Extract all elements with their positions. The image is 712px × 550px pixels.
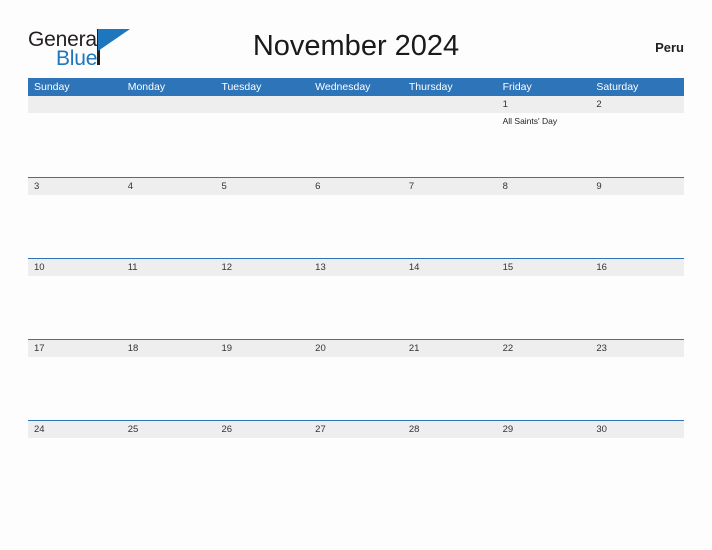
day-events[interactable] <box>122 276 216 340</box>
day-events[interactable] <box>28 438 122 502</box>
day-events[interactable] <box>28 113 122 177</box>
day-number[interactable] <box>122 96 216 113</box>
week-events-row: All Saints' Day <box>28 113 684 177</box>
day-events[interactable] <box>215 357 309 421</box>
holiday-label: All Saints' Day <box>502 116 558 126</box>
day-number[interactable]: 9 <box>590 178 684 195</box>
day-number[interactable]: 21 <box>403 340 497 357</box>
day-events[interactable] <box>28 357 122 421</box>
day-number[interactable]: 18 <box>122 340 216 357</box>
day-number[interactable]: 26 <box>215 421 309 438</box>
day-number[interactable]: 15 <box>497 259 591 276</box>
page-header: General Blue November 2024 Peru <box>28 22 684 72</box>
day-events[interactable]: All Saints' Day <box>497 113 591 177</box>
day-number[interactable] <box>215 96 309 113</box>
week-row: 24 25 26 27 28 29 30 <box>28 420 684 501</box>
day-number[interactable]: 14 <box>403 259 497 276</box>
day-events[interactable] <box>122 113 216 177</box>
day-number[interactable] <box>403 96 497 113</box>
day-events[interactable] <box>28 276 122 340</box>
day-events[interactable] <box>215 195 309 259</box>
day-events[interactable] <box>590 195 684 259</box>
weekday-header-row: Sunday Monday Tuesday Wednesday Thursday… <box>28 78 684 96</box>
week-events-row <box>28 438 684 502</box>
weekday-header-friday: Friday <box>502 81 532 93</box>
weekday-header-tuesday: Tuesday <box>221 81 262 93</box>
day-events[interactable] <box>497 357 591 421</box>
weekday-header-saturday: Saturday <box>596 81 639 93</box>
day-events[interactable] <box>590 113 684 177</box>
week-day-number-band: 10 11 12 13 14 15 16 <box>28 258 684 276</box>
day-number[interactable]: 12 <box>215 259 309 276</box>
calendar-page: General Blue November 2024 Peru Sunday M… <box>0 0 712 550</box>
day-events[interactable] <box>122 195 216 259</box>
weekday-header-monday: Monday <box>127 81 166 93</box>
day-number[interactable]: 29 <box>497 421 591 438</box>
week-row: 10 11 12 13 14 15 16 <box>28 258 684 339</box>
day-events[interactable] <box>28 195 122 259</box>
day-number[interactable]: 11 <box>122 259 216 276</box>
day-number[interactable]: 19 <box>215 340 309 357</box>
day-number[interactable]: 1 <box>497 96 591 113</box>
week-day-number-band: 24 25 26 27 28 29 30 <box>28 420 684 438</box>
day-number[interactable]: 5 <box>215 178 309 195</box>
day-number[interactable] <box>28 96 122 113</box>
page-title: November 2024 <box>252 30 460 62</box>
day-number[interactable]: 7 <box>403 178 497 195</box>
week-day-number-band: 3 4 5 6 7 8 9 <box>28 177 684 195</box>
day-events[interactable] <box>215 438 309 502</box>
day-number[interactable]: 20 <box>309 340 403 357</box>
day-number[interactable]: 17 <box>28 340 122 357</box>
day-number[interactable]: 24 <box>28 421 122 438</box>
week-day-number-band: 1 2 <box>28 96 684 113</box>
day-events[interactable] <box>309 276 403 340</box>
day-number[interactable]: 3 <box>28 178 122 195</box>
day-events[interactable] <box>590 438 684 502</box>
day-number[interactable]: 25 <box>122 421 216 438</box>
day-events[interactable] <box>122 357 216 421</box>
day-number[interactable]: 6 <box>309 178 403 195</box>
day-events[interactable] <box>309 195 403 259</box>
week-events-row <box>28 276 684 340</box>
day-events[interactable] <box>403 113 497 177</box>
day-events[interactable] <box>497 438 591 502</box>
day-events[interactable] <box>122 438 216 502</box>
week-row: 17 18 19 20 21 22 23 <box>28 339 684 420</box>
day-number[interactable]: 13 <box>309 259 403 276</box>
day-number[interactable]: 28 <box>403 421 497 438</box>
day-number[interactable]: 16 <box>590 259 684 276</box>
day-number[interactable]: 22 <box>497 340 591 357</box>
day-number[interactable]: 8 <box>497 178 591 195</box>
week-events-row <box>28 357 684 421</box>
day-events[interactable] <box>403 438 497 502</box>
day-events[interactable] <box>403 276 497 340</box>
day-events[interactable] <box>215 113 309 177</box>
day-number[interactable]: 27 <box>309 421 403 438</box>
day-events[interactable] <box>403 357 497 421</box>
day-events[interactable] <box>497 276 591 340</box>
week-events-row <box>28 195 684 259</box>
day-events[interactable] <box>590 357 684 421</box>
week-day-number-band: 17 18 19 20 21 22 23 <box>28 339 684 357</box>
day-number[interactable]: 4 <box>122 178 216 195</box>
weekday-header-wednesday: Wednesday <box>315 81 371 93</box>
day-events[interactable] <box>309 357 403 421</box>
day-events[interactable] <box>497 195 591 259</box>
week-row: 1 2 All Saints' Day <box>28 96 684 177</box>
day-events[interactable] <box>215 276 309 340</box>
day-number[interactable]: 30 <box>590 421 684 438</box>
day-number[interactable]: 2 <box>590 96 684 113</box>
day-number[interactable] <box>309 96 403 113</box>
calendar-grid: Sunday Monday Tuesday Wednesday Thursday… <box>28 78 684 501</box>
day-events[interactable] <box>309 113 403 177</box>
day-events[interactable] <box>403 195 497 259</box>
day-number[interactable]: 23 <box>590 340 684 357</box>
day-number[interactable]: 10 <box>28 259 122 276</box>
country-label: Peru <box>655 40 684 55</box>
day-events[interactable] <box>590 276 684 340</box>
weekday-header-sunday: Sunday <box>34 81 70 93</box>
weekday-header-thursday: Thursday <box>408 81 453 93</box>
week-row: 3 4 5 6 7 8 9 <box>28 177 684 258</box>
day-events[interactable] <box>309 438 403 502</box>
